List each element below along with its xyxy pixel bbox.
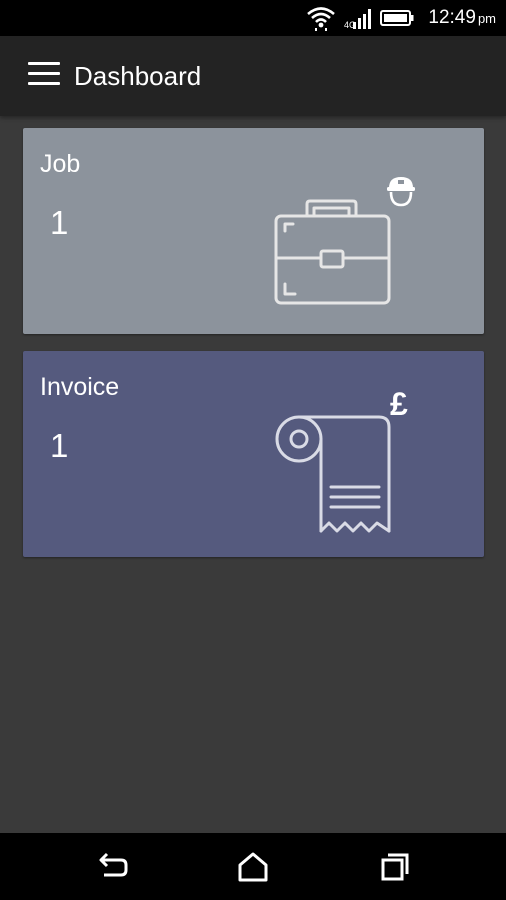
status-time-value: 12:49 [428,7,476,28]
page-title: Dashboard [74,61,202,91]
home-icon[interactable] [236,850,270,884]
invoice-card-count: 1 [50,427,69,464]
status-time: 12:49 pm [428,7,496,30]
system-nav-bar [0,833,506,900]
briefcase-icon [274,199,391,305]
wifi-icon [307,7,335,31]
job-card-count: 1 [50,204,69,241]
invoice-card-label: Invoice [40,373,120,401]
back-icon[interactable] [96,850,130,884]
signal-icon: 4G [344,9,371,30]
battery-icon [380,10,414,26]
app-bar: Dashboard [0,36,506,116]
status-time-ampm: pm [477,11,496,26]
job-card-label: Job [40,150,81,178]
invoice-card[interactable]: Invoice 1 £ [23,351,484,557]
job-card[interactable]: Job 1 [23,128,484,334]
hamburger-menu-icon[interactable] [22,58,62,94]
receipt-roll-icon [275,415,391,533]
recent-apps-icon[interactable] [378,850,412,884]
status-bar: 4G 12:49 pm [0,0,506,36]
